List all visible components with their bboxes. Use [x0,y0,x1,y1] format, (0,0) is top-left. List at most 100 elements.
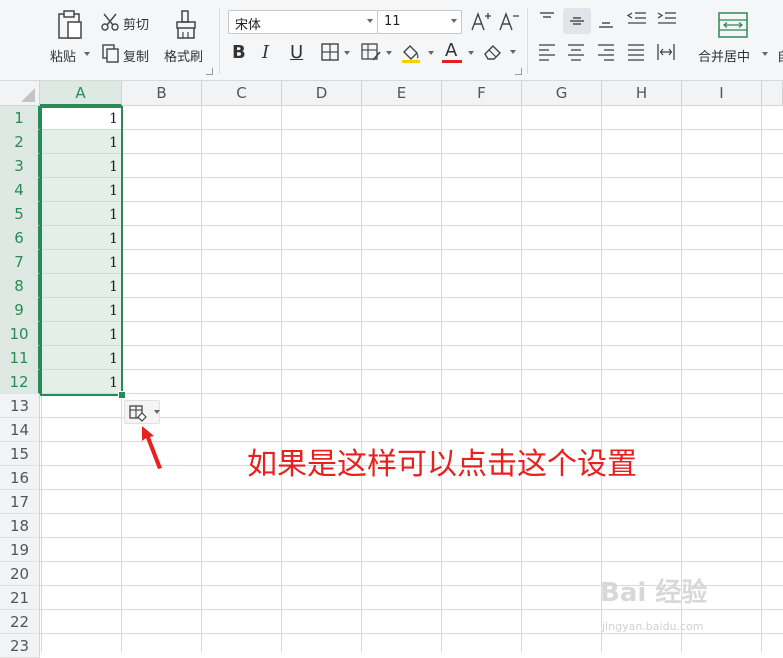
fill-color-button[interactable] [400,42,436,64]
borders-button[interactable] [320,42,352,64]
column-header-b[interactable]: B [122,81,202,106]
column-header-e[interactable]: E [362,81,442,106]
row-header-21[interactable]: 21 [0,586,40,610]
cut-label: 剪切 [123,18,150,33]
column-header-c[interactable]: C [202,81,282,106]
align-bottom-icon [599,22,613,28]
cell-a8[interactable]: 1 [40,274,122,298]
chevron-down-icon [510,50,516,54]
cut-button[interactable]: 剪切 [100,12,160,34]
align-top-button[interactable] [537,10,559,32]
row-header-5[interactable]: 5 [0,202,40,226]
clear-format-button[interactable] [482,42,516,64]
justify-button[interactable] [626,42,648,64]
column-header-i[interactable]: I [682,81,762,106]
copy-button[interactable]: 复制 [100,44,160,66]
column-header-d[interactable]: D [282,81,362,106]
separator [219,8,220,74]
row-header-15[interactable]: 15 [0,442,40,466]
bold-button[interactable]: B [232,42,248,64]
row-header-17[interactable]: 17 [0,490,40,514]
row-header-7[interactable]: 7 [0,250,40,274]
chevron-down-icon [367,19,373,23]
fill-handle[interactable] [118,391,126,399]
row-header-23[interactable]: 23 [0,634,40,658]
paste-options-button[interactable] [124,400,160,424]
decrease-font-button[interactable] [498,10,520,34]
column-header-h[interactable]: H [602,81,682,106]
increase-font-button[interactable] [470,10,492,34]
cell-a10[interactable]: 1 [40,322,122,346]
align-left-icon [539,44,555,61]
justify-icon [628,44,644,61]
format-painter-icon [176,10,196,39]
row-header-11[interactable]: 11 [0,346,40,370]
cell-a6[interactable]: 1 [40,226,122,250]
align-left-button[interactable] [537,42,559,64]
row-header-22[interactable]: 22 [0,610,40,634]
format-painter-button[interactable]: 格式刷 [163,8,213,70]
align-right-button[interactable] [596,42,618,64]
font-name-select[interactable]: 宋体 [228,10,378,34]
cell-a7[interactable]: 1 [40,250,122,274]
italic-button[interactable]: I [262,42,278,64]
cell-style-button[interactable] [360,42,392,64]
row-header-13[interactable]: 13 [0,394,40,418]
row-header-19[interactable]: 19 [0,538,40,562]
next-tool-button[interactable]: 自 [777,46,783,64]
cell-a2[interactable]: 1 [40,130,122,154]
column-header-a[interactable]: A [40,81,122,106]
cell-a3[interactable]: 1 [40,154,122,178]
row-header-6[interactable]: 6 [0,226,40,250]
red-arrow-icon [142,426,162,469]
row-header-16[interactable]: 16 [0,466,40,490]
increase-indent-button[interactable] [656,10,678,32]
row-header-1[interactable]: 1 [0,106,40,130]
select-all-corner[interactable] [0,81,40,106]
row-header-2[interactable]: 2 [0,130,40,154]
cell-a12[interactable]: 1 [40,370,122,394]
eraser-icon [484,45,501,60]
decrease-indent-button[interactable] [626,10,648,32]
font-grow-icon [471,12,491,31]
clipboard-dialog-launcher[interactable] [206,68,213,75]
chevron-down-icon [428,51,434,55]
font-dialog-launcher[interactable] [515,68,522,75]
column-header-g[interactable]: G [522,81,602,106]
paste-dropdown-icon[interactable] [84,52,90,56]
row-header-18[interactable]: 18 [0,514,40,538]
row-header-9[interactable]: 9 [0,298,40,322]
merge-center-button[interactable]: 合并居中 [694,8,772,70]
row-header-3[interactable]: 3 [0,154,40,178]
cell-grid[interactable] [40,106,783,652]
merge-center-label: 合并居中 [698,50,751,65]
align-middle-button[interactable] [563,8,591,34]
row-header-14[interactable]: 14 [0,418,40,442]
cell-a11[interactable]: 1 [40,346,122,370]
font-color-button[interactable]: A [442,40,476,64]
cell-a9[interactable]: 1 [40,298,122,322]
cell-a1[interactable]: 1 [40,106,122,130]
distribute-button[interactable] [656,42,678,64]
font-size-select[interactable]: 11 [377,10,462,34]
font-name-value: 宋体 [235,18,262,33]
row-header-10[interactable]: 10 [0,322,40,346]
font-color-letter: A [445,40,458,61]
cell-a5[interactable]: 1 [40,202,122,226]
watermark-url: jingyan.baidu.com [602,620,704,633]
row-header-12[interactable]: 12 [0,370,40,394]
scissors-icon [101,13,119,31]
align-bottom-button[interactable] [596,10,618,32]
paste-button[interactable]: 粘贴 [46,8,94,70]
underline-button[interactable]: U [290,42,306,64]
align-top-icon [540,12,554,18]
paste-icon [58,10,82,39]
column-header-f[interactable]: F [442,81,522,106]
row-header-20[interactable]: 20 [0,562,40,586]
row-header-8[interactable]: 8 [0,274,40,298]
cell-a4[interactable]: 1 [40,178,122,202]
row-header-4[interactable]: 4 [0,178,40,202]
column-header-filler [762,81,783,106]
align-center-button[interactable] [566,42,588,64]
ribbon-toolbar: 粘贴 剪切 复制 格式刷 宋体 11 B I U A 合并居中 [0,0,783,81]
